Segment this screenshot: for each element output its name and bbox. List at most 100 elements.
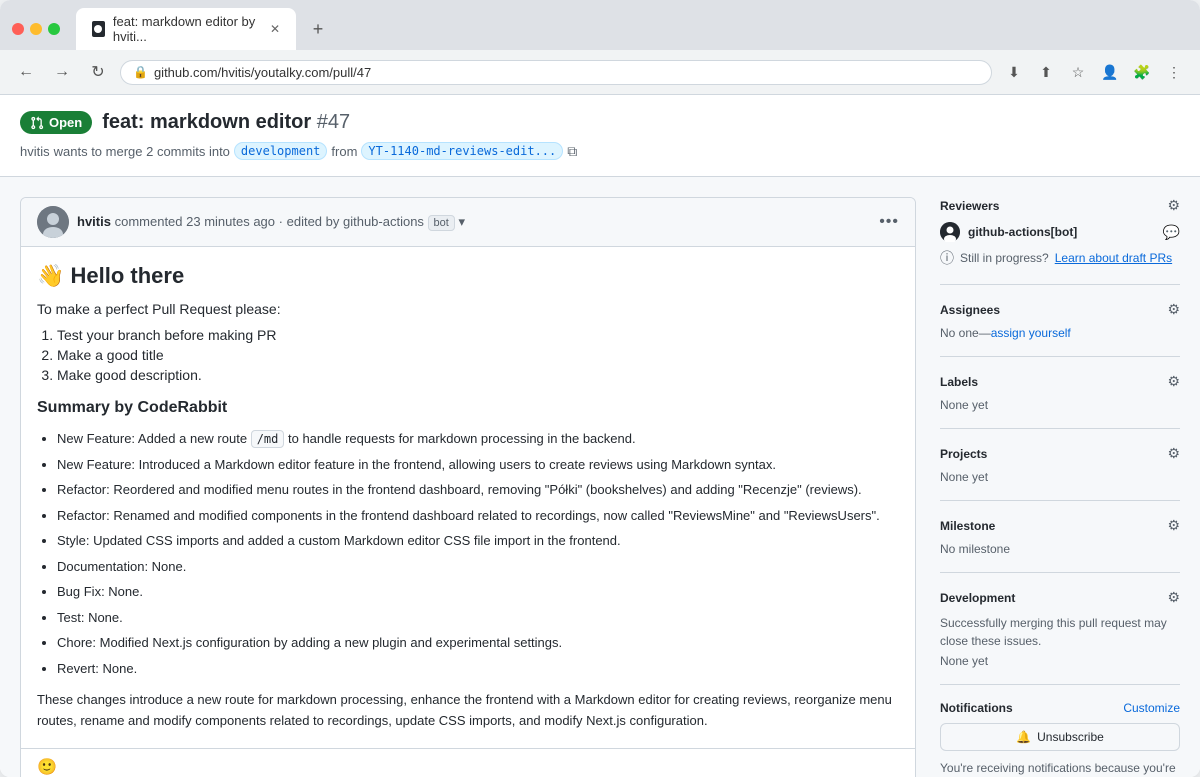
- share-icon[interactable]: ⬆: [1032, 58, 1060, 86]
- bullet-0: New Feature: Added a new route /md to ha…: [57, 429, 899, 449]
- reload-button[interactable]: ↻: [84, 58, 112, 86]
- forward-button[interactable]: →: [48, 58, 76, 86]
- development-label: Development: [940, 591, 1015, 605]
- unsubscribe-label: Unsubscribe: [1037, 730, 1104, 744]
- reviewers-settings-icon[interactable]: ⚙: [1167, 197, 1180, 214]
- checklist-item-2: Make a good title: [57, 347, 899, 363]
- unsubscribe-button[interactable]: 🔔 Unsubscribe: [940, 723, 1180, 751]
- dropdown-arrow[interactable]: ▾: [458, 214, 465, 229]
- development-section: Development ⚙ Successfully merging this …: [940, 589, 1180, 685]
- no-one-text: No one—: [940, 326, 991, 340]
- pr-status-badge: Open: [20, 111, 92, 134]
- pr-author: hvitis: [20, 144, 50, 159]
- comment-header: hvitis commented 23 minutes ago · edited…: [21, 198, 915, 247]
- reviewer-user: github-actions[bot] 💬: [940, 222, 1180, 242]
- milestone-header: Milestone ⚙: [940, 517, 1180, 534]
- development-settings-icon[interactable]: ⚙: [1167, 589, 1180, 606]
- target-branch[interactable]: development: [234, 142, 327, 160]
- pr-checklist: Test your branch before making PR Make a…: [57, 327, 899, 383]
- open-badge-label: Open: [49, 115, 82, 130]
- nav-actions: ⬇ ⬆ ☆ 👤 🧩 ⋮: [1000, 58, 1188, 86]
- main-content: hvitis commented 23 minutes ago · edited…: [0, 177, 1200, 777]
- commenter-username: hvitis: [77, 214, 111, 229]
- assignees-settings-icon[interactable]: ⚙: [1167, 301, 1180, 318]
- tab-close-button[interactable]: ✕: [270, 22, 280, 36]
- download-icon[interactable]: ⬇: [1000, 58, 1028, 86]
- notifications-header: Notifications Customize: [940, 701, 1180, 715]
- draft-link[interactable]: Learn about draft PRs: [1055, 251, 1172, 265]
- projects-settings-icon[interactable]: ⚙: [1167, 445, 1180, 462]
- pr-body: hvitis commented 23 minutes ago · edited…: [20, 197, 916, 777]
- extensions-icon[interactable]: 🧩: [1128, 58, 1156, 86]
- comment-meta: hvitis commented 23 minutes ago · edited…: [77, 214, 871, 230]
- menu-icon[interactable]: ⋮: [1160, 58, 1188, 86]
- source-branch[interactable]: YT-1140-md-reviews-edit...: [361, 142, 563, 160]
- copy-branch-button[interactable]: ⧉: [567, 143, 577, 160]
- watching-text: You're receiving notifications because y…: [940, 759, 1180, 777]
- projects-header: Projects ⚙: [940, 445, 1180, 462]
- comment-actions: •••: [879, 213, 899, 231]
- summary-bullets: New Feature: Added a new route /md to ha…: [57, 429, 899, 678]
- projects-label: Projects: [940, 447, 987, 461]
- bookmark-icon[interactable]: ☆: [1064, 58, 1092, 86]
- window-controls: [12, 23, 60, 35]
- development-text: Successfully merging this pull request m…: [940, 614, 1180, 650]
- development-header: Development ⚙: [940, 589, 1180, 606]
- checklist-item-3: Make good description.: [57, 367, 899, 383]
- minimize-dot[interactable]: [30, 23, 42, 35]
- pr-header: Open feat: markdown editor #47 hvitis wa…: [0, 95, 1200, 177]
- comment-edited: ·: [279, 214, 287, 229]
- assignees-label: Assignees: [940, 303, 1000, 317]
- bullet-4: Style: Updated CSS imports and added a c…: [57, 531, 899, 551]
- bullet-8: Chore: Modified Next.js configuration by…: [57, 633, 899, 653]
- labels-label: Labels: [940, 375, 978, 389]
- labels-header: Labels ⚙: [940, 373, 1180, 390]
- browser-chrome: feat: markdown editor by hviti... ✕ +: [0, 0, 1200, 50]
- profile-icon[interactable]: 👤: [1096, 58, 1124, 86]
- comment-edited-by: edited by github-actions: [287, 214, 424, 229]
- reviewer-comment-icon[interactable]: 💬: [1163, 224, 1180, 241]
- assignees-header: Assignees ⚙: [940, 301, 1180, 318]
- summary-title: Summary by CodeRabbit: [37, 399, 899, 417]
- labels-settings-icon[interactable]: ⚙: [1167, 373, 1180, 390]
- bullet-3: Refactor: Renamed and modified component…: [57, 506, 899, 526]
- milestone-section: Milestone ⚙ No milestone: [940, 517, 1180, 573]
- emoji-reaction-button[interactable]: 🙂: [37, 759, 57, 776]
- projects-value: None yet: [940, 470, 1180, 484]
- milestone-settings-icon[interactable]: ⚙: [1167, 517, 1180, 534]
- comment-footer: 🙂: [21, 748, 915, 777]
- reviewer-avatar: [940, 222, 960, 242]
- close-dot[interactable]: [12, 23, 24, 35]
- url-text: github.com/hvitis/youtalky.com/pull/47: [154, 65, 371, 80]
- pr-subtitle: hvitis wants to merge 2 commits into dev…: [20, 142, 1180, 160]
- active-tab[interactable]: feat: markdown editor by hviti... ✕: [76, 8, 296, 50]
- assign-yourself-link[interactable]: assign yourself: [991, 326, 1071, 340]
- pr-number: #47: [317, 111, 350, 133]
- browser-nav: ← → ↻ 🔒 github.com/hvitis/youtalky.com/p…: [0, 50, 1200, 95]
- page-content: Open feat: markdown editor #47 hvitis wa…: [0, 95, 1200, 777]
- comment-card: hvitis commented 23 minutes ago · edited…: [20, 197, 916, 777]
- labels-section: Labels ⚙ None yet: [940, 373, 1180, 429]
- milestone-label: Milestone: [940, 519, 995, 533]
- customize-link[interactable]: Customize: [1123, 701, 1180, 715]
- bullet-1: New Feature: Introduced a Markdown edito…: [57, 455, 899, 475]
- reviewers-section: Reviewers ⚙ github-actions[bot] 💬 ⓘ Stil…: [940, 197, 1180, 285]
- address-bar[interactable]: 🔒 github.com/hvitis/youtalky.com/pull/47: [120, 60, 992, 85]
- draft-label: Still in progress?: [960, 251, 1049, 265]
- back-button[interactable]: ←: [12, 58, 40, 86]
- comment-intro: To make a perfect Pull Request please:: [37, 301, 899, 317]
- milestone-value: No milestone: [940, 542, 1180, 556]
- bullet-6: Bug Fix: None.: [57, 582, 899, 602]
- bell-icon: 🔔: [1016, 730, 1031, 744]
- new-tab-button[interactable]: +: [304, 15, 332, 43]
- tab-favicon: [92, 21, 105, 37]
- maximize-dot[interactable]: [48, 23, 60, 35]
- assignees-section: Assignees ⚙ No one—assign yourself: [940, 301, 1180, 357]
- reviewers-label: Reviewers: [940, 199, 999, 213]
- comment-more-button[interactable]: •••: [879, 213, 899, 231]
- bot-badge: bot: [428, 215, 455, 231]
- assignees-value[interactable]: No one—assign yourself: [940, 326, 1180, 340]
- commenter-avatar: [37, 206, 69, 238]
- bullet-2: Refactor: Reordered and modified menu ro…: [57, 480, 899, 500]
- bullet-7: Test: None.: [57, 608, 899, 628]
